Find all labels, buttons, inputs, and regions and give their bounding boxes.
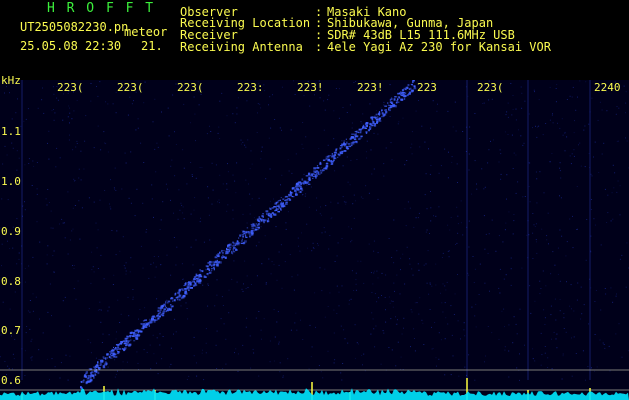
field-antenna-label: Receiving Antenna <box>180 40 303 54</box>
y-tick-label: 0.8 <box>1 275 21 288</box>
x-tick-label: 223( <box>117 81 144 94</box>
field-antenna-sep: : <box>315 40 323 54</box>
mode-label: meteor <box>124 25 168 39</box>
y-tick-label: 0.9 <box>1 225 21 238</box>
y-unit-label: kHz <box>1 74 21 87</box>
x-tick-label: 223( <box>177 81 204 94</box>
x-tick-label: 223( <box>57 81 84 94</box>
datetime-label: 25.05.08 22:30 <box>20 39 122 53</box>
spectrogram-background <box>0 80 629 400</box>
frame-number: 21. <box>141 39 163 53</box>
app-title: H R O F F T <box>47 1 156 16</box>
field-antenna-value: 4ele Yagi Az 230 for Kansai VOR <box>327 40 551 54</box>
x-tick-label: 223: <box>237 81 264 94</box>
x-tick-label: 2240 <box>594 81 621 94</box>
spectrogram-plot <box>0 80 629 400</box>
x-tick-label: 223 <box>417 81 437 94</box>
x-tick-label: 223( <box>477 81 504 94</box>
y-tick-label: 0.6 <box>1 374 21 387</box>
x-tick-label: 223! <box>357 81 384 94</box>
header-panel: H R O F F T UT2505082230.pn meteor 25.05… <box>0 0 629 80</box>
y-tick-label: 0.7 <box>1 324 21 337</box>
y-tick-label: 1.1 <box>1 125 21 138</box>
filename-label: UT2505082230.pn <box>20 20 129 34</box>
x-tick-label: 223! <box>297 81 324 94</box>
y-tick-label: 1.0 <box>1 175 21 188</box>
